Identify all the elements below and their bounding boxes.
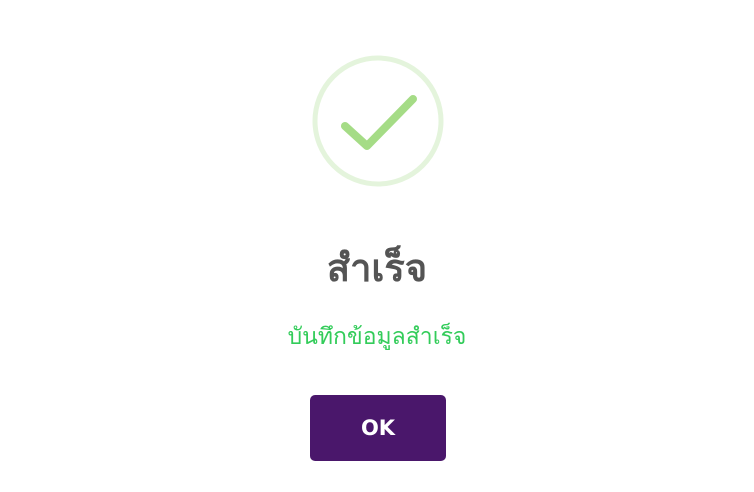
success-dialog: สำเร็จ บันทึกข้อมูลสำเร็จ OK — [0, 0, 754, 492]
success-check-icon — [311, 54, 445, 188]
dialog-message: บันทึกข้อมูลสำเร็จ — [287, 324, 467, 350]
success-icon-ring — [312, 55, 444, 187]
checkmark-icon — [341, 95, 417, 150]
dialog-title: สำเร็จ — [326, 246, 428, 290]
ok-button[interactable]: OK — [310, 395, 446, 461]
